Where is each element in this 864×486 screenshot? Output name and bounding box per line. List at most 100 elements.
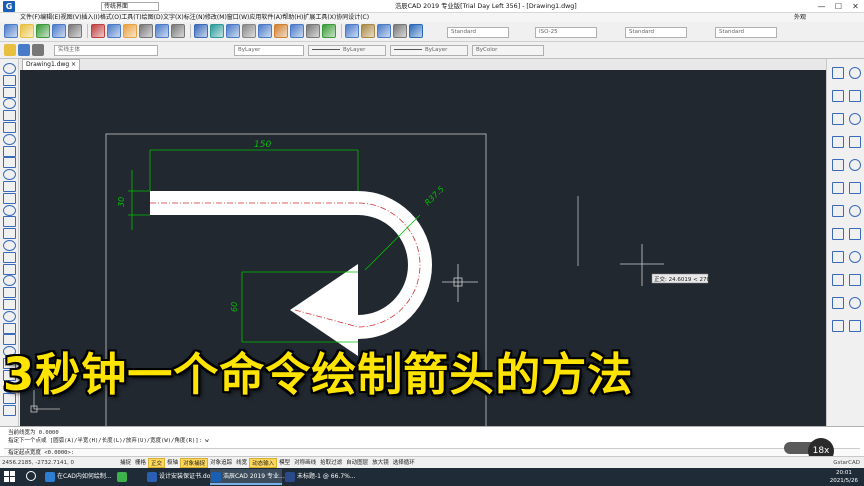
status-toggle-12[interactable]: 放大镜 — [370, 458, 391, 468]
modify-tool-icon[interactable] — [849, 320, 861, 332]
minimize-button[interactable]: — — [813, 0, 830, 13]
status-toggle-11[interactable]: 自动图层 — [344, 458, 370, 468]
dimstyle-select[interactable]: ISO-25 — [535, 27, 597, 38]
arrow-shape[interactable] — [150, 191, 432, 356]
toolbar-tool-icon[interactable] — [171, 24, 185, 38]
toolbar-tool-icon[interactable] — [68, 24, 82, 38]
modify-tool-icon[interactable] — [849, 228, 861, 240]
menu-item-5[interactable]: 工具(T) — [121, 13, 141, 22]
gstarcad-logo-icon[interactable]: G — [3, 1, 15, 12]
textstyle-select[interactable]: Standard — [447, 27, 509, 38]
menu-item-1[interactable]: 编辑(E) — [40, 13, 60, 22]
toolbar-tool-icon[interactable] — [393, 24, 407, 38]
draw-tool-icon[interactable] — [3, 169, 16, 181]
toolbar-tool-icon[interactable] — [36, 24, 50, 38]
maximize-button[interactable]: ☐ — [830, 0, 847, 13]
draw-tool-icon[interactable] — [3, 63, 16, 74]
plotstyle-select[interactable]: ByColor — [472, 45, 544, 56]
menu-item-11[interactable]: 应用软件(A) — [249, 13, 282, 22]
status-toggle-10[interactable]: 拾取过滤 — [318, 458, 344, 468]
modify-tool-icon[interactable] — [832, 159, 844, 171]
modify-tool-icon[interactable] — [832, 228, 844, 240]
toolbar-tool-icon[interactable] — [377, 24, 391, 38]
modify-tool-icon[interactable] — [832, 274, 844, 286]
draw-tool-icon[interactable] — [3, 98, 16, 110]
mleaderstyle-select[interactable]: Standard — [715, 27, 777, 38]
draw-tool-icon[interactable] — [3, 192, 16, 204]
taskbar-item-1[interactable] — [116, 469, 142, 485]
tablestyle-select[interactable]: Standard — [625, 27, 687, 38]
toolbar-tool-icon[interactable] — [226, 24, 240, 38]
draw-tool-icon[interactable] — [3, 204, 16, 216]
modify-tool-icon[interactable] — [849, 159, 861, 171]
taskbar-item-4[interactable]: 未标题-1 @ 66.7%... — [284, 469, 360, 485]
tab-close-icon[interactable]: × — [71, 60, 76, 70]
status-toggle-1[interactable]: 栅格 — [133, 458, 148, 468]
menu-item-7[interactable]: 文字(X) — [163, 13, 184, 22]
toolbar-tool-icon[interactable] — [155, 24, 169, 38]
menu-item-3[interactable]: 插入(I) — [81, 13, 99, 22]
menu-item-12[interactable]: 帮助(H) — [282, 13, 303, 22]
toolbar-tool-icon[interactable] — [20, 24, 34, 38]
status-toggle-13[interactable]: 选择循环 — [391, 458, 417, 468]
toolbar-tool-icon[interactable] — [345, 24, 359, 38]
modify-tool-icon[interactable] — [832, 297, 844, 309]
modify-tool-icon[interactable] — [832, 113, 844, 125]
windows-start-icon[interactable] — [4, 471, 16, 483]
modify-tool-icon[interactable] — [849, 297, 861, 309]
system-clock[interactable]: 20:01 2021/5/26 — [830, 469, 858, 485]
toolbar-tool-icon[interactable] — [91, 24, 105, 38]
toolbar-tool-icon[interactable] — [123, 24, 137, 38]
toolbar-tool-icon[interactable] — [361, 24, 375, 38]
draw-tool-icon[interactable] — [3, 216, 16, 228]
draw-tool-icon[interactable] — [3, 74, 16, 86]
toolbar-tool-icon[interactable] — [274, 24, 288, 38]
search-icon[interactable] — [26, 471, 36, 481]
modify-tool-icon[interactable] — [832, 251, 844, 263]
modify-tool-icon[interactable] — [849, 182, 861, 194]
draw-tool-icon[interactable] — [3, 110, 16, 122]
modify-tool-icon[interactable] — [849, 67, 861, 79]
lineweight-select[interactable]: ByLayer — [390, 45, 468, 56]
menu-item-4[interactable]: 格式(O) — [100, 13, 121, 22]
draw-tool-icon[interactable] — [3, 287, 16, 299]
close-button[interactable]: ✕ — [847, 0, 864, 13]
toolbar-tool-icon[interactable] — [242, 24, 256, 38]
linetype-select[interactable]: ByLayer — [308, 45, 386, 56]
status-toggle-5[interactable]: 对象追踪 — [208, 458, 234, 468]
toolbar-tool-icon[interactable] — [322, 24, 336, 38]
toolbar-tool-icon[interactable] — [409, 24, 423, 38]
status-toggle-8[interactable]: 模型 — [277, 458, 292, 468]
draw-tool-icon[interactable] — [3, 251, 16, 263]
menu-item-13[interactable]: 扩展工具(X) — [303, 13, 336, 22]
modify-tool-icon[interactable] — [849, 136, 861, 148]
modify-tool-icon[interactable] — [832, 205, 844, 217]
draw-tool-icon[interactable] — [3, 181, 16, 192]
tab-drawing1[interactable]: Drawing1.dwg × — [22, 59, 80, 70]
draw-tool-icon[interactable] — [3, 86, 16, 98]
taskbar-item-3[interactable]: 浩辰CAD 2019 专业... — [210, 469, 285, 485]
modify-tool-icon[interactable] — [849, 90, 861, 102]
menu-item-6[interactable]: 绘图(D) — [142, 13, 163, 22]
toolbar-tool-icon[interactable] — [139, 24, 153, 38]
menu-item-9[interactable]: 修改(M) — [205, 13, 227, 22]
menu-item-8[interactable]: 标注(N) — [184, 13, 205, 22]
toolbar-tool-icon[interactable] — [194, 24, 208, 38]
toolbar-tool-icon[interactable] — [4, 24, 18, 38]
toolbar-tool-icon[interactable] — [290, 24, 304, 38]
modify-tool-icon[interactable] — [832, 67, 844, 79]
modify-tool-icon[interactable] — [832, 182, 844, 194]
modify-tool-icon[interactable] — [849, 113, 861, 125]
modify-tool-icon[interactable] — [832, 136, 844, 148]
layer-tool-icon[interactable] — [4, 44, 16, 56]
draw-tool-icon[interactable] — [3, 240, 16, 251]
draw-tool-icon[interactable] — [3, 157, 16, 169]
status-toggle-4[interactable]: 对象捕捉 — [180, 458, 209, 468]
modify-tool-icon[interactable] — [832, 90, 844, 102]
draw-tool-icon[interactable] — [3, 405, 16, 417]
menu-item-2[interactable]: 视图(V) — [61, 13, 82, 22]
workspace-select[interactable]: 传统界面 — [101, 2, 159, 11]
modify-tool-icon[interactable] — [849, 274, 861, 286]
modify-tool-icon[interactable] — [849, 205, 861, 217]
status-toggle-2[interactable]: 正交 — [148, 458, 166, 468]
